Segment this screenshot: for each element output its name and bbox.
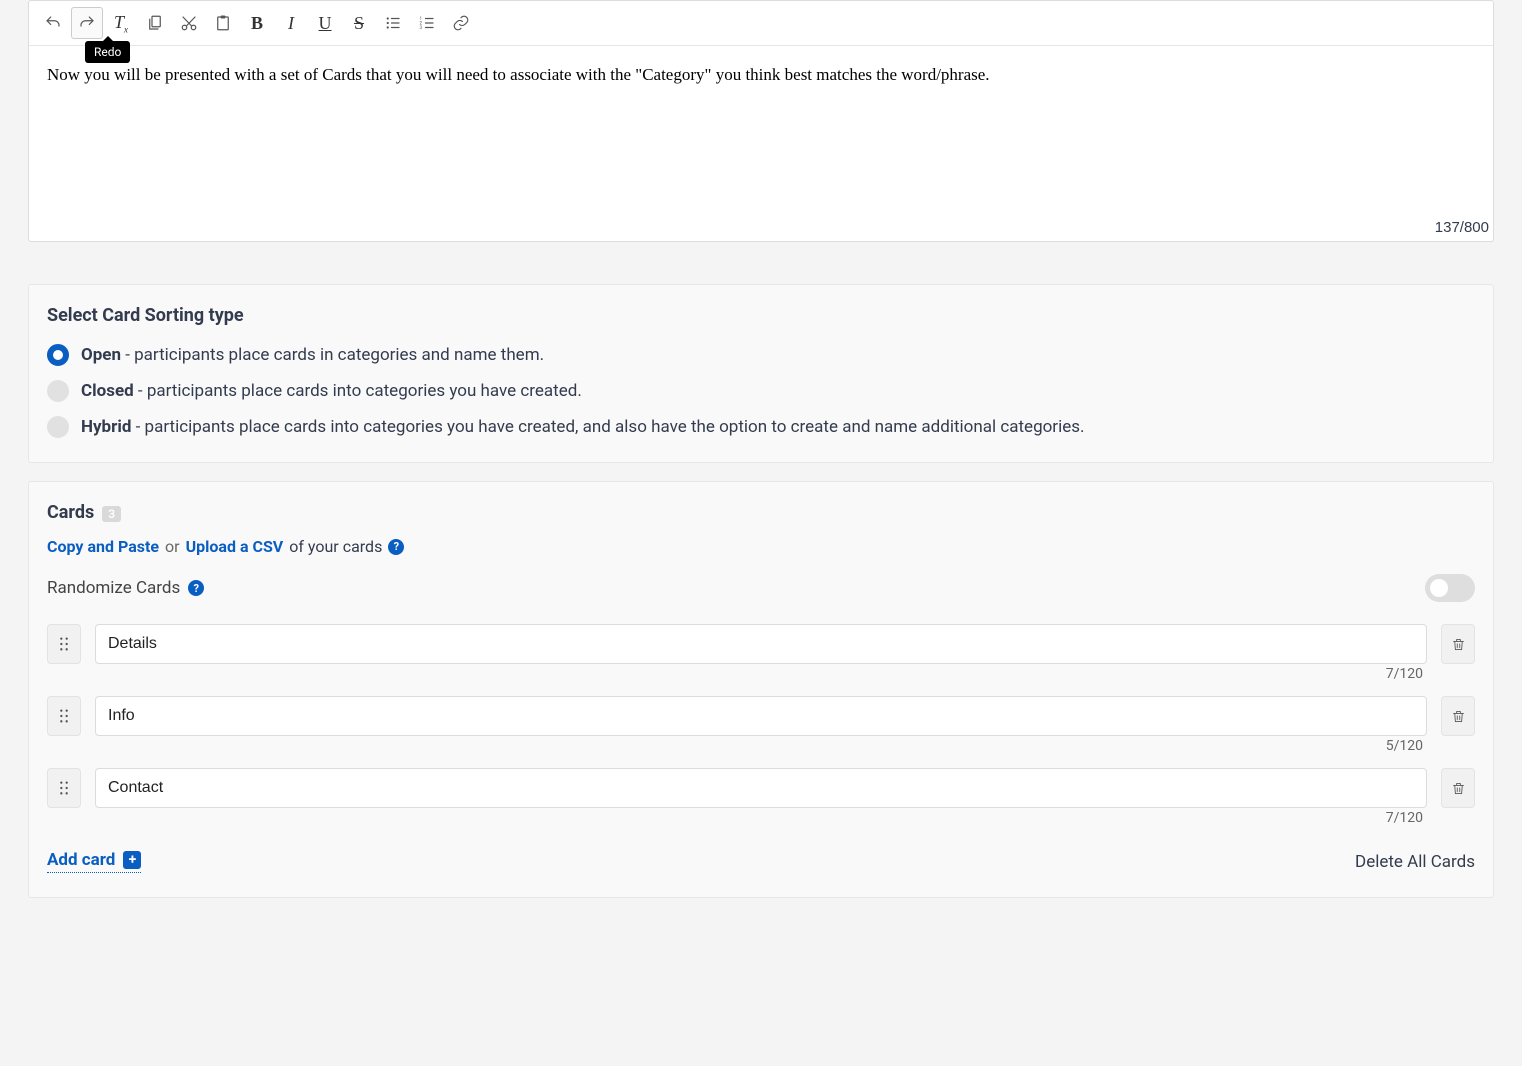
card-char-count: 7/120 <box>47 810 1475 826</box>
plus-icon: + <box>123 851 141 869</box>
bullet-list-button[interactable] <box>377 7 409 39</box>
svg-text:3: 3 <box>420 25 423 31</box>
editor-toolbar: Tx B I U S 123 Redo <box>29 1 1493 46</box>
sorting-heading: Select Card Sorting type <box>47 305 1475 326</box>
sorting-type-panel: Select Card Sorting type Open - particip… <box>28 284 1494 463</box>
italic-button[interactable]: I <box>275 7 307 39</box>
card-row: 7/120 <box>47 768 1475 826</box>
editor-char-count: 137/800 <box>1435 217 1489 240</box>
helper-suffix: of your cards <box>289 537 382 556</box>
drag-handle-icon[interactable] <box>47 768 81 808</box>
copy-paste-link[interactable]: Copy and Paste <box>47 537 159 556</box>
card-char-count: 5/120 <box>47 738 1475 754</box>
copy-button[interactable] <box>139 7 171 39</box>
card-row: 5/120 <box>47 696 1475 754</box>
card-input[interactable] <box>95 768 1427 808</box>
cards-panel: Cards 3 Copy and Paste or Upload a CSV o… <box>28 481 1494 898</box>
randomize-label: Randomize Cards <box>47 578 180 598</box>
card-input[interactable] <box>95 624 1427 664</box>
delete-card-button[interactable] <box>1441 624 1475 664</box>
underline-button[interactable]: U <box>309 7 341 39</box>
help-icon[interactable]: ? <box>188 580 204 596</box>
card-input[interactable] <box>95 696 1427 736</box>
delete-card-button[interactable] <box>1441 696 1475 736</box>
upload-csv-link[interactable]: Upload a CSV <box>186 537 284 556</box>
cut-button[interactable] <box>173 7 205 39</box>
delete-card-button[interactable] <box>1441 768 1475 808</box>
strikethrough-button[interactable]: S <box>343 7 375 39</box>
randomize-toggle[interactable] <box>1425 574 1475 602</box>
numbered-list-button[interactable]: 123 <box>411 7 443 39</box>
drag-handle-icon[interactable] <box>47 696 81 736</box>
radio-icon <box>47 416 69 438</box>
delete-all-cards-button[interactable]: Delete All Cards <box>1355 852 1475 872</box>
radio-icon <box>47 380 69 402</box>
sorting-option-closed[interactable]: Closed - participants place cards into c… <box>47 380 1475 402</box>
sorting-option-open[interactable]: Open - participants place cards in categ… <box>47 344 1475 366</box>
cards-count-badge: 3 <box>102 506 121 522</box>
cards-heading: Cards <box>47 502 94 523</box>
card-char-count: 7/120 <box>47 666 1475 682</box>
drag-handle-icon[interactable] <box>47 624 81 664</box>
editor-content[interactable]: Now you will be presented with a set of … <box>29 46 1493 241</box>
editor-text: Now you will be presented with a set of … <box>47 65 990 84</box>
redo-button[interactable] <box>71 7 103 39</box>
helper-or: or <box>165 537 180 556</box>
toggle-knob <box>1428 577 1450 599</box>
paste-button[interactable] <box>207 7 239 39</box>
sorting-option-hybrid[interactable]: Hybrid - participants place cards into c… <box>47 416 1475 438</box>
description-editor: Tx B I U S 123 Redo <box>28 0 1494 242</box>
radio-icon <box>47 344 69 366</box>
clear-formatting-button[interactable]: Tx <box>105 7 137 39</box>
help-icon[interactable]: ? <box>388 539 404 555</box>
card-row: 7/120 <box>47 624 1475 682</box>
link-button[interactable] <box>445 7 477 39</box>
bold-button[interactable]: B <box>241 7 273 39</box>
add-card-button[interactable]: Add card + <box>47 850 141 873</box>
undo-button[interactable] <box>37 7 69 39</box>
